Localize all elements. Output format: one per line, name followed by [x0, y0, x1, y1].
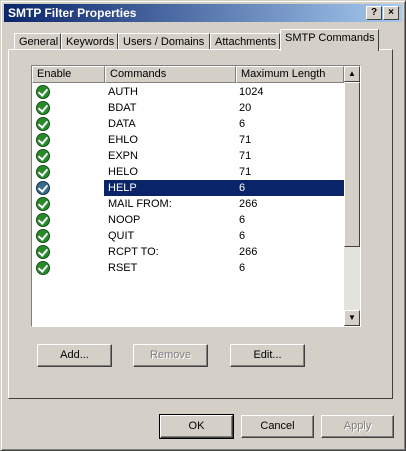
table-row[interactable]: EXPN 71: [32, 148, 344, 164]
command-cell: RSET: [108, 262, 138, 274]
enabled-check-icon[interactable]: [36, 229, 50, 243]
max-length-cell: 266: [239, 246, 258, 258]
apply-button[interactable]: Apply: [321, 415, 394, 438]
max-length-cell: 6: [239, 262, 246, 274]
enabled-check-icon[interactable]: [36, 197, 50, 211]
enabled-check-icon[interactable]: [36, 245, 50, 259]
remove-button[interactable]: Remove: [133, 344, 208, 367]
max-length-cell: 6: [236, 180, 347, 196]
command-cell: EXPN: [108, 150, 138, 162]
table-row[interactable]: AUTH 1024: [32, 84, 344, 100]
enabled-check-icon[interactable]: [36, 261, 50, 275]
command-cell: MAIL FROM:: [108, 198, 172, 210]
enabled-check-icon[interactable]: [36, 213, 50, 227]
enabled-check-icon[interactable]: [36, 165, 50, 179]
table-row[interactable]: NOOP 6: [32, 212, 344, 228]
command-cell: AUTH: [108, 86, 138, 98]
command-cell: RCPT TO:: [108, 246, 159, 258]
table-row[interactable]: HELP 6: [32, 180, 347, 196]
ok-button[interactable]: OK: [159, 414, 234, 439]
close-button[interactable]: ×: [383, 6, 399, 20]
max-length-cell: 266: [239, 198, 258, 210]
table-row[interactable]: RCPT TO: 266: [32, 244, 344, 260]
enabled-check-icon[interactable]: [36, 181, 50, 195]
command-cell: HELO: [108, 166, 138, 178]
enabled-check-icon[interactable]: [36, 133, 50, 147]
vertical-scrollbar[interactable]: ▲ ▼: [344, 66, 360, 326]
max-length-cell: 6: [239, 214, 246, 226]
command-cell: HELP: [104, 180, 240, 196]
max-length-cell: 71: [239, 166, 252, 178]
command-cell: EHLO: [108, 134, 138, 146]
table-row[interactable]: MAIL FROM: 266: [32, 196, 344, 212]
enabled-check-icon[interactable]: [36, 117, 50, 131]
column-header-commands[interactable]: Commands: [105, 66, 236, 83]
cancel-button[interactable]: Cancel: [241, 415, 314, 438]
max-length-cell: 20: [239, 102, 252, 114]
table-row[interactable]: QUIT 6: [32, 228, 344, 244]
command-cell: BDAT: [108, 102, 137, 114]
max-length-cell: 6: [239, 230, 246, 242]
enabled-check-icon[interactable]: [36, 101, 50, 115]
command-cell: DATA: [108, 118, 136, 130]
max-length-cell: 1024: [239, 86, 264, 98]
table-row[interactable]: HELO 71: [32, 164, 344, 180]
help-button[interactable]: ?: [366, 6, 382, 20]
scroll-up-button[interactable]: ▲: [344, 66, 360, 82]
scroll-down-button[interactable]: ▼: [344, 310, 360, 326]
table-row[interactable]: EHLO 71: [32, 132, 344, 148]
table-row[interactable]: DATA 6: [32, 116, 344, 132]
smtp-commands-list[interactable]: Enable Commands Maximum Length AUTH 1024 B…: [31, 65, 361, 327]
command-cell: QUIT: [108, 230, 135, 242]
max-length-cell: 6: [239, 118, 246, 130]
column-header-maximum-length[interactable]: Maximum Length: [236, 66, 344, 83]
table-row[interactable]: RSET 6: [32, 260, 344, 276]
edit-button[interactable]: Edit...: [230, 344, 305, 367]
max-length-cell: 71: [239, 150, 252, 162]
command-cell: NOOP: [108, 214, 141, 226]
table-row[interactable]: BDAT 20: [32, 100, 344, 116]
add-button[interactable]: Add...: [37, 344, 112, 367]
tab-smtp-commands[interactable]: SMTP Commands: [280, 29, 379, 51]
enabled-check-icon[interactable]: [36, 85, 50, 99]
column-header-enable[interactable]: Enable: [32, 66, 105, 83]
scroll-thumb[interactable]: [344, 82, 360, 247]
max-length-cell: 71: [239, 134, 252, 146]
window-title: SMTP Filter Properties: [8, 6, 137, 20]
dialog-window: SMTP Filter Properties ? × General Keywo…: [0, 0, 406, 451]
title-bar[interactable]: SMTP Filter Properties ? ×: [4, 4, 402, 22]
enabled-check-icon[interactable]: [36, 149, 50, 163]
